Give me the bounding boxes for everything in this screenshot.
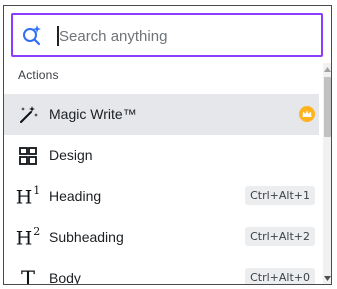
magic-search-icon [20, 23, 44, 47]
scroll-down-arrow-icon[interactable] [324, 274, 331, 283]
crown-icon [299, 106, 315, 122]
heading-2-icon: H2 [15, 224, 41, 250]
list-item-subheading[interactable]: H2 Subheading Ctrl+Alt+2 [4, 217, 319, 258]
keyboard-shortcut: Ctrl+Alt+1 [245, 186, 315, 205]
layout-grid-icon [16, 144, 40, 168]
list-item-body[interactable]: T Body Ctrl+Alt+0 [4, 258, 319, 285]
keyboard-shortcut: Ctrl+Alt+2 [245, 227, 315, 246]
scrollbar-thumb[interactable] [324, 77, 331, 137]
search-input[interactable] [59, 23, 314, 49]
search-box[interactable] [11, 13, 323, 57]
keyboard-shortcut: Ctrl+Alt+0 [245, 268, 315, 284]
list-item-design[interactable]: Design [4, 135, 319, 176]
scrollbar[interactable] [323, 63, 331, 284]
item-label: Subheading [49, 229, 124, 245]
actions-list: Magic Write™ Design H1 Heading Ctrl+Alt+… [4, 94, 319, 285]
scroll-up-arrow-icon[interactable] [324, 65, 331, 74]
magic-wand-icon [16, 103, 40, 127]
item-label: Heading [49, 188, 102, 204]
section-heading-actions: Actions [18, 68, 59, 82]
item-label: Design [49, 147, 93, 163]
heading-1-icon: H1 [15, 183, 41, 209]
text-t-icon: T [20, 266, 35, 285]
command-palette: Actions Magic Write™ [3, 5, 332, 285]
item-label: Body [49, 270, 81, 285]
item-label: Magic Write™ [49, 106, 137, 122]
list-item-magic-write[interactable]: Magic Write™ [4, 94, 319, 135]
list-item-heading[interactable]: H1 Heading Ctrl+Alt+1 [4, 176, 319, 217]
